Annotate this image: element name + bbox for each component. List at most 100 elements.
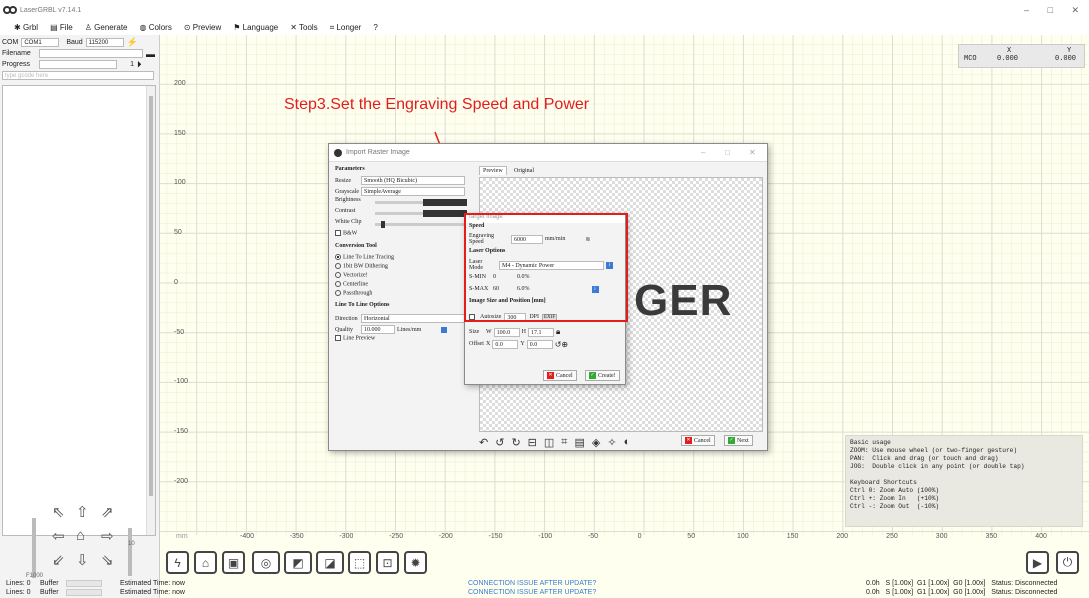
tool-radio-line[interactable]: [335, 254, 341, 260]
corner-tl-button[interactable]: ◩: [284, 551, 312, 574]
tool-radio-vectorize[interactable]: [335, 272, 341, 278]
import-close-icon[interactable]: ✕: [749, 148, 756, 157]
flip-h-icon[interactable]: ⊟: [528, 436, 537, 449]
play-button[interactable]: ▶: [1026, 551, 1049, 574]
resize-select[interactable]: Smooth (HQ Bicubic): [361, 176, 465, 185]
console-scrollbar[interactable]: [146, 86, 155, 535]
progress-label: Progress: [2, 61, 31, 68]
center-icon: ◎: [260, 555, 272, 570]
width-input[interactable]: 100.0: [493, 327, 520, 337]
menu-grbl[interactable]: ✱ Grbl: [14, 23, 38, 32]
stop-button[interactable]: ⏻: [1056, 551, 1079, 574]
quality-stepper[interactable]: 10.000: [361, 325, 395, 334]
import-minimize-icon[interactable]: –: [701, 148, 705, 157]
connection-link-1[interactable]: CONNECTION ISSUE AFTER UPDATE?: [468, 580, 596, 587]
jog-n-icon[interactable]: ⇧: [76, 503, 89, 521]
home-icon[interactable]: ⌂: [76, 527, 85, 544]
y-offset-label: Y: [520, 341, 525, 347]
import-next-label: Next: [737, 437, 749, 444]
import-next-button[interactable]: ✓ Next: [724, 435, 753, 446]
jog-se-icon[interactable]: ⇘: [101, 551, 114, 569]
h-label: H: [521, 329, 527, 335]
flip-v-icon[interactable]: ◫: [544, 436, 554, 449]
tool-radio-centerline[interactable]: [335, 281, 341, 287]
window-title: LaserGRBL v7.14.1: [20, 6, 82, 14]
menu-colors[interactable]: ◍ Colors: [140, 23, 172, 32]
crop-icon[interactable]: ⌗: [561, 436, 567, 449]
progress-count[interactable]: 1: [120, 61, 134, 68]
jog-nw-icon[interactable]: ⇖: [52, 503, 65, 521]
menu-longer[interactable]: ⌗ Longer: [330, 23, 362, 33]
run-icon[interactable]: ⏵: [137, 59, 142, 70]
status-right-1: 0.0h S [1.00x] G1 [1.00x] G0 [1.00x] Sta…: [866, 580, 1058, 587]
menu-help[interactable]: ?: [373, 23, 377, 32]
baud-select[interactable]: 115200: [85, 38, 124, 47]
bw-checkbox[interactable]: [335, 230, 341, 236]
tool-label-vectorize: Vectorize!: [343, 272, 368, 279]
light-button[interactable]: ✹: [404, 551, 427, 574]
menu-tools[interactable]: ✕ Tools: [290, 23, 317, 32]
jog-e-icon[interactable]: ⇨: [101, 527, 114, 545]
connection-link-2[interactable]: CONNECTION ISSUE AFTER UPDATE?: [468, 589, 596, 596]
frame-button[interactable]: ⬚: [348, 551, 371, 574]
tab-preview[interactable]: Preview: [479, 166, 507, 175]
preview-canvas[interactable]: 200 150 100 50 0 -50 -100 -150 -200 -400 -350 -300…: [160, 35, 1089, 598]
filename-label: Filename: [2, 50, 31, 57]
close-window-button[interactable]: ✕: [1071, 5, 1079, 16]
step-slider[interactable]: [128, 528, 132, 576]
jog-ne-icon[interactable]: ⇗: [101, 503, 114, 521]
import-maximize-icon[interactable]: □: [725, 148, 730, 157]
x-tick-label: -350: [289, 533, 304, 540]
flash-button[interactable]: ϟ: [166, 551, 189, 574]
filename-field[interactable]: [39, 49, 143, 58]
connect-icon[interactable]: ⚡: [127, 37, 138, 48]
contrast-label: Contrast: [335, 208, 356, 214]
contrast-slider[interactable]: [375, 210, 467, 217]
minimize-button[interactable]: –: [1024, 5, 1029, 15]
jog-w-icon[interactable]: ⇦: [52, 527, 65, 545]
tool-radio-passthrough[interactable]: [335, 290, 341, 296]
center-button[interactable]: ◎: [252, 551, 280, 574]
create-button[interactable]: ✓ Create!: [585, 370, 620, 381]
brightness-slider[interactable]: [375, 199, 467, 206]
home-button[interactable]: ⌂: [194, 551, 217, 574]
lock-icon[interactable]: 🔒︎: [556, 327, 560, 337]
undo-icon[interactable]: ↶: [479, 436, 488, 449]
direction-select[interactable]: Horizontal: [361, 314, 465, 323]
jog-s-icon[interactable]: ⇩: [76, 551, 89, 569]
x-tick-label: 300: [935, 533, 948, 540]
corner-tr-button[interactable]: ◪: [316, 551, 344, 574]
fill-icon[interactable]: ◈: [592, 436, 600, 449]
line-preview-checkbox[interactable]: [335, 335, 341, 341]
import-cancel-button[interactable]: ✕ Cancel: [681, 435, 715, 446]
unlock-button[interactable]: ▣: [222, 551, 245, 574]
speed-slider[interactable]: [32, 518, 36, 578]
reset-offset-icon[interactable]: ↺⊕: [555, 340, 568, 349]
y-offset-input[interactable]: 0.0: [526, 339, 553, 349]
open-file-icon[interactable]: ▬: [146, 49, 155, 59]
menu-generate[interactable]: ♙ Generate: [85, 23, 128, 32]
quality-info-icon[interactable]: [441, 326, 448, 333]
maximize-button[interactable]: □: [1048, 5, 1053, 15]
focus-button[interactable]: ⊡: [376, 551, 399, 574]
target-cancel-button[interactable]: ✕ Cancel: [543, 370, 577, 381]
autotrim-icon[interactable]: ▤: [574, 436, 584, 449]
whiteclip-slider[interactable]: [375, 221, 467, 228]
rotate-cw-icon[interactable]: ↻: [511, 436, 520, 449]
height-input[interactable]: 17.1: [528, 327, 555, 337]
x-offset-input[interactable]: 0.0: [492, 339, 519, 349]
rotate-ccw-icon[interactable]: ↺: [495, 436, 504, 449]
menu-preview[interactable]: ⊙ Preview: [184, 23, 221, 32]
jog-sw-icon[interactable]: ⇙: [52, 551, 65, 569]
tool-radio-dither[interactable]: [335, 263, 341, 269]
magic-wand-icon[interactable]: ✧: [607, 436, 616, 449]
menu-language[interactable]: ⚑ Language: [233, 23, 278, 32]
menu-file[interactable]: ▤ File: [50, 23, 73, 32]
com-select[interactable]: COM1: [21, 38, 60, 47]
focus-icon: ⊡: [382, 555, 393, 570]
tab-original[interactable]: Original: [511, 167, 537, 175]
invert-icon[interactable]: ◐: [624, 436, 631, 448]
gcode-input[interactable]: type gcode here: [2, 71, 154, 80]
help-line: Ctrl -: Zoom Out (-10%): [850, 503, 940, 510]
grayscale-select[interactable]: SimpleAverage: [361, 187, 465, 196]
